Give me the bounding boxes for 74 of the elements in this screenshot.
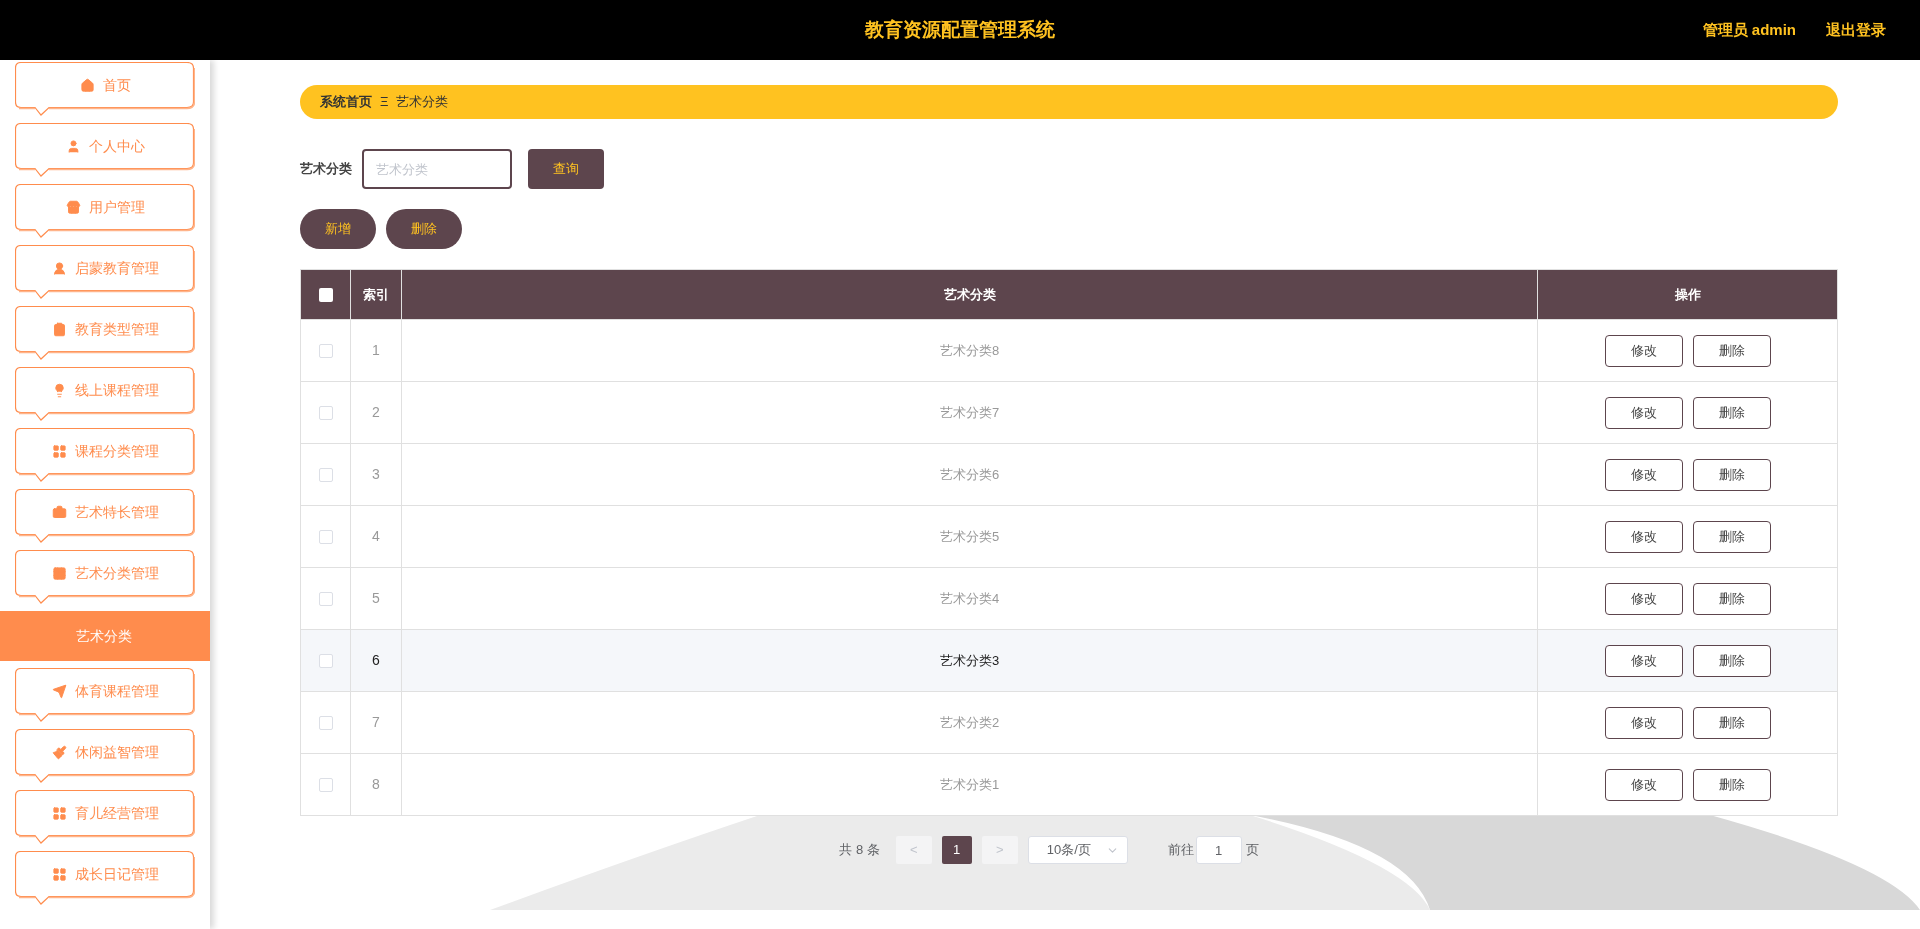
- row-checkbox[interactable]: [318, 530, 333, 545]
- row-checkbox[interactable]: [318, 654, 333, 669]
- logout-link[interactable]: 退出登录: [1826, 18, 1886, 42]
- column-header: 操作: [1537, 269, 1838, 320]
- add-button[interactable]: 新增: [300, 209, 376, 249]
- goto-label: 前往: [1167, 841, 1194, 860]
- breadcrumb-current: 艺术分类: [396, 93, 449, 112]
- table-cell: 艺术分类5: [401, 505, 1538, 568]
- index-cell: 6: [350, 629, 402, 692]
- app-title: 教育资源配置管理系统: [865, 17, 1055, 42]
- table-row[interactable]: 8 艺术分类1 修改 删除: [300, 753, 1838, 816]
- index-cell: 8: [350, 753, 402, 816]
- table-cell: 艺术分类6: [401, 443, 1538, 506]
- table-row[interactable]: 6 艺术分类3 修改 删除: [300, 629, 1838, 692]
- page-size-select[interactable]: 10条/页: [1027, 836, 1128, 864]
- edit-button[interactable]: 修改: [1604, 334, 1683, 367]
- edit-button[interactable]: 修改: [1604, 520, 1683, 553]
- table-cell: 艺术分类1: [401, 753, 1538, 816]
- search-field[interactable]: 艺术分类: [362, 149, 512, 189]
- send-icon: [51, 683, 67, 699]
- goto-page-field[interactable]: 1: [1195, 836, 1242, 864]
- breadcrumb-separator: Ξ: [380, 93, 389, 112]
- select-all-checkbox[interactable]: [318, 288, 333, 303]
- brush-icon: [51, 744, 67, 760]
- table-cell: 艺术分类2: [401, 691, 1538, 754]
- query-button[interactable]: 查询: [528, 149, 604, 189]
- row-checkbox[interactable]: [318, 778, 333, 793]
- edit-button[interactable]: 修改: [1604, 458, 1683, 491]
- delete-button[interactable]: 删除: [1692, 334, 1771, 367]
- delete-button[interactable]: 删除: [386, 209, 462, 249]
- briefcase-icon: [51, 504, 67, 520]
- home-icon: [79, 77, 95, 93]
- breadcrumb-link[interactable]: 系统首页: [320, 92, 372, 112]
- store-icon: [65, 199, 81, 215]
- row-checkbox[interactable]: [318, 344, 333, 359]
- delete-button[interactable]: 删除: [1692, 644, 1771, 677]
- person-icon: [51, 260, 67, 276]
- edit-button[interactable]: 修改: [1604, 396, 1683, 429]
- table-cell: 艺术分类3: [401, 629, 1538, 692]
- row-checkbox[interactable]: [318, 468, 333, 483]
- table-cell: 艺术分类8: [401, 319, 1538, 382]
- delete-button[interactable]: 删除: [1692, 768, 1771, 801]
- admin-label: 管理员 admin: [1702, 19, 1796, 40]
- clipboard-icon: [51, 321, 67, 337]
- delete-button[interactable]: 删除: [1692, 582, 1771, 615]
- total-count: 共 8 条: [839, 841, 880, 860]
- delete-button[interactable]: 删除: [1692, 520, 1771, 553]
- edit-button[interactable]: 修改: [1604, 582, 1683, 615]
- table-row[interactable]: 2 艺术分类7 修改 删除: [300, 381, 1838, 444]
- table-row[interactable]: 7 艺术分类2 修改 删除: [300, 691, 1838, 754]
- table-row[interactable]: 1 艺术分类8 修改 删除: [300, 319, 1838, 382]
- user-icon: [65, 138, 81, 154]
- row-checkbox[interactable]: [318, 592, 333, 607]
- table-row[interactable]: 3 艺术分类6 修改 删除: [300, 443, 1838, 506]
- edit-button[interactable]: 修改: [1604, 706, 1683, 739]
- index-cell: 1: [350, 319, 402, 382]
- goto-suffix: 页: [1245, 841, 1259, 860]
- table-row[interactable]: 4 艺术分类5 修改 删除: [300, 505, 1838, 568]
- index-cell: 7: [350, 691, 402, 754]
- index-cell: 2: [350, 381, 402, 444]
- column-header: 索引: [350, 269, 402, 320]
- search-label: 艺术分类: [300, 160, 352, 179]
- index-cell: 3: [350, 443, 402, 506]
- row-checkbox[interactable]: [318, 716, 333, 731]
- table-cell: 艺术分类7: [401, 381, 1538, 444]
- delete-button[interactable]: 删除: [1692, 458, 1771, 491]
- row-checkbox[interactable]: [318, 406, 333, 421]
- index-cell: 4: [350, 505, 402, 568]
- page-button[interactable]: 1: [941, 836, 972, 864]
- delete-button[interactable]: 删除: [1692, 396, 1771, 429]
- delete-button[interactable]: 删除: [1692, 706, 1771, 739]
- edit-button[interactable]: 修改: [1604, 768, 1683, 801]
- edit-button[interactable]: 修改: [1604, 644, 1683, 677]
- column-header: 艺术分类: [401, 269, 1538, 320]
